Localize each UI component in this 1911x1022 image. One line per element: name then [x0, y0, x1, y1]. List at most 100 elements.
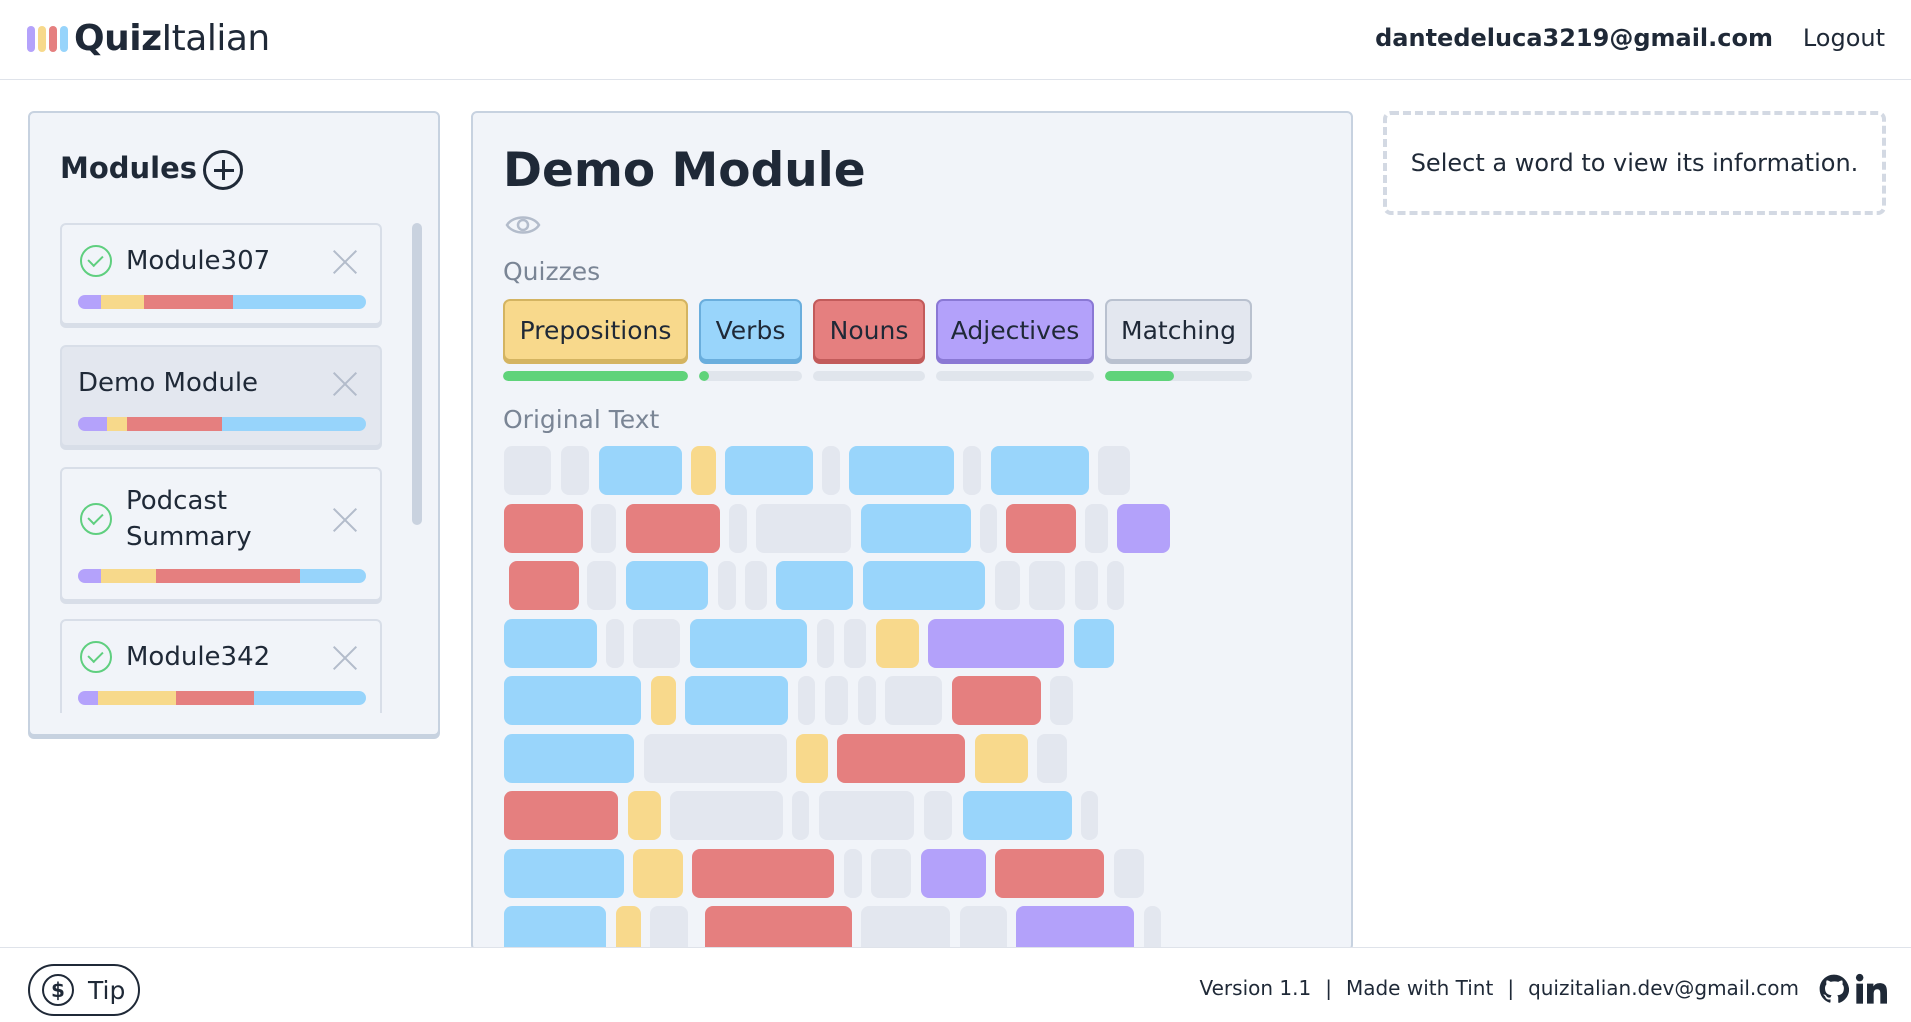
word-block[interactable]	[504, 618, 597, 668]
word-block[interactable]	[692, 848, 834, 898]
word-block[interactable]	[650, 906, 688, 949]
modules-list[interactable]: Module307 Demo Module Podcast Summary Mo…	[60, 223, 388, 713]
word-block[interactable]	[885, 676, 942, 725]
word-block[interactable]	[504, 906, 606, 949]
tip-button[interactable]: $ Tip	[28, 964, 140, 1016]
word-block[interactable]	[1050, 676, 1073, 725]
word-block[interactable]	[991, 446, 1089, 495]
module-card-demo-module[interactable]: Demo Module	[60, 345, 382, 447]
word-block[interactable]	[670, 791, 783, 840]
word-block[interactable]	[1006, 503, 1076, 553]
word-block[interactable]	[1114, 848, 1144, 898]
word-block[interactable]	[819, 791, 914, 840]
word-block[interactable]	[1037, 733, 1067, 783]
module-card-podcast-summary[interactable]: Podcast Summary	[60, 467, 382, 601]
word-block[interactable]	[975, 733, 1028, 783]
word-block[interactable]	[924, 791, 952, 840]
word-block[interactable]	[504, 446, 551, 495]
module-card-module307[interactable]: Module307	[60, 223, 382, 325]
word-block[interactable]	[691, 446, 716, 495]
word-block[interactable]	[1016, 906, 1134, 949]
word-block[interactable]	[858, 676, 876, 725]
app-logo[interactable]: QuizItalian	[27, 18, 270, 59]
quiz-button-nouns[interactable]: Nouns	[813, 299, 925, 361]
word-block[interactable]	[644, 733, 787, 783]
word-block[interactable]	[796, 733, 828, 783]
word-block[interactable]	[591, 503, 616, 553]
word-block[interactable]	[504, 848, 624, 898]
word-block[interactable]	[1074, 618, 1114, 668]
word-block[interactable]	[1144, 906, 1161, 949]
word-block[interactable]	[995, 561, 1020, 610]
module-card-module342[interactable]: Module342	[60, 619, 382, 713]
word-block[interactable]	[861, 503, 971, 553]
word-block[interactable]	[628, 791, 661, 840]
word-block[interactable]	[729, 503, 747, 553]
word-block[interactable]	[1029, 561, 1065, 610]
quiz-button-matching[interactable]: Matching	[1105, 299, 1252, 361]
word-block[interactable]	[963, 791, 1072, 840]
word-block[interactable]	[1085, 503, 1108, 553]
word-block[interactable]	[822, 446, 840, 495]
word-block[interactable]	[504, 733, 634, 783]
word-block[interactable]	[928, 618, 1064, 668]
word-block[interactable]	[509, 561, 579, 610]
word-block[interactable]	[561, 446, 589, 495]
word-block[interactable]	[616, 906, 641, 949]
word-block[interactable]	[504, 503, 583, 553]
word-block[interactable]	[963, 446, 981, 495]
word-block[interactable]	[871, 848, 911, 898]
close-icon[interactable]	[332, 645, 358, 671]
word-block[interactable]	[504, 791, 618, 840]
word-block[interactable]	[587, 561, 616, 610]
word-block[interactable]	[1075, 561, 1098, 610]
word-block[interactable]	[1081, 791, 1098, 840]
word-block[interactable]	[863, 561, 985, 610]
word-block[interactable]	[861, 906, 950, 949]
word-block[interactable]	[844, 618, 866, 668]
quiz-button-prepositions[interactable]: Prepositions	[503, 299, 688, 361]
word-block[interactable]	[685, 676, 788, 725]
word-block[interactable]	[876, 618, 919, 668]
word-block[interactable]	[599, 446, 682, 495]
word-block[interactable]	[756, 503, 851, 553]
word-block[interactable]	[921, 848, 986, 898]
word-block[interactable]	[651, 676, 676, 725]
quiz-button-verbs[interactable]: Verbs	[699, 299, 802, 361]
quiz-button-adjectives[interactable]: Adjectives	[936, 299, 1094, 361]
word-block[interactable]	[690, 618, 807, 668]
word-block[interactable]	[745, 561, 767, 610]
modules-scrollbar[interactable]	[412, 223, 422, 525]
word-block[interactable]	[837, 733, 965, 783]
word-block[interactable]	[718, 561, 736, 610]
word-block[interactable]	[849, 446, 954, 495]
word-block[interactable]	[980, 503, 997, 553]
word-block[interactable]	[606, 618, 624, 668]
close-icon[interactable]	[332, 507, 358, 533]
word-block[interactable]	[1107, 561, 1124, 610]
logout-button[interactable]: Logout	[1803, 24, 1885, 52]
word-block[interactable]	[626, 561, 708, 610]
word-block[interactable]	[792, 791, 809, 840]
linkedin-icon[interactable]	[1855, 973, 1887, 1005]
close-icon[interactable]	[332, 371, 358, 397]
word-block[interactable]	[825, 676, 848, 725]
word-block[interactable]	[626, 503, 720, 553]
word-block[interactable]	[1117, 503, 1170, 553]
word-block[interactable]	[960, 906, 1007, 949]
word-block[interactable]	[844, 848, 862, 898]
word-block[interactable]	[776, 561, 853, 610]
word-block[interactable]	[798, 676, 815, 725]
contact-email[interactable]: quizitalian.dev@gmail.com	[1528, 976, 1799, 1000]
word-block[interactable]	[633, 618, 680, 668]
eye-icon[interactable]	[505, 211, 541, 239]
github-icon[interactable]	[1819, 974, 1849, 1004]
word-block[interactable]	[995, 848, 1104, 898]
word-block[interactable]	[817, 618, 834, 668]
word-block[interactable]	[504, 676, 641, 725]
word-block[interactable]	[705, 906, 852, 949]
word-block[interactable]	[633, 848, 683, 898]
add-module-icon[interactable]	[203, 150, 243, 190]
word-block[interactable]	[725, 446, 813, 495]
word-block[interactable]	[1098, 446, 1130, 495]
